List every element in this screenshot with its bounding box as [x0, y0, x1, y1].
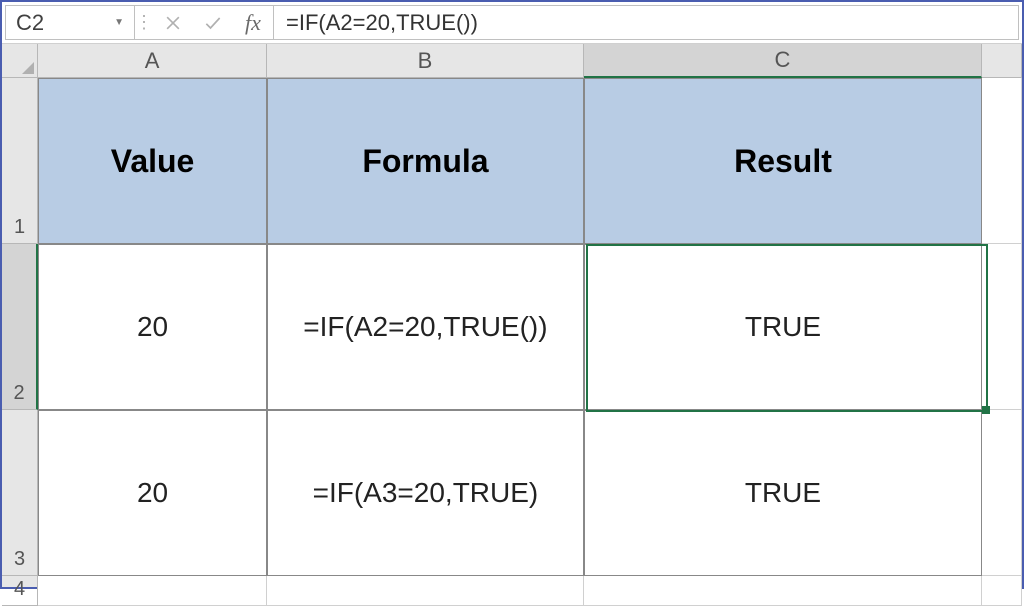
cell-D4[interactable] [982, 576, 1022, 606]
cell-A4[interactable] [38, 576, 267, 606]
cell-C3[interactable]: TRUE [584, 410, 982, 576]
cell-C2[interactable]: TRUE [584, 244, 982, 410]
table-row: 20 =IF(A2=20,TRUE()) TRUE [38, 244, 1022, 410]
cancel-icon[interactable] [153, 5, 193, 40]
cell-D2[interactable] [982, 244, 1022, 410]
row-headers: 1 2 3 4 [2, 78, 38, 587]
cell-C1[interactable]: Result [584, 78, 982, 244]
name-box[interactable]: C2 ▼ [5, 5, 135, 40]
select-all-corner[interactable] [2, 44, 38, 78]
cell-D1[interactable] [982, 78, 1022, 244]
fx-icon[interactable]: fx [233, 5, 273, 40]
cell-B1[interactable]: Formula [267, 78, 584, 244]
cell-B2[interactable]: =IF(A2=20,TRUE()) [267, 244, 584, 410]
cell-A2[interactable]: 20 [38, 244, 267, 410]
chevron-down-icon[interactable]: ▼ [114, 17, 124, 28]
table-row: Value Formula Result [38, 78, 1022, 244]
cell-A1[interactable]: Value [38, 78, 267, 244]
cell-C4[interactable] [584, 576, 982, 606]
column-header-A[interactable]: A [38, 44, 267, 78]
table-row: 20 =IF(A3=20,TRUE) TRUE [38, 410, 1022, 576]
spreadsheet-grid: A B C 1 2 3 4 Value Formula Result 20 =I… [2, 44, 1022, 587]
formula-input[interactable]: =IF(A2=20,TRUE()) [273, 5, 1019, 40]
column-header-extra[interactable] [982, 44, 1022, 78]
row-header-1[interactable]: 1 [2, 78, 38, 244]
cell-B4[interactable] [267, 576, 584, 606]
row-header-3[interactable]: 3 [2, 410, 38, 576]
row-header-4[interactable]: 4 [2, 576, 38, 606]
enter-icon[interactable] [193, 5, 233, 40]
formula-bar: C2 ▼ ⋮ fx =IF(A2=20,TRUE()) [2, 2, 1022, 44]
formula-input-value: =IF(A2=20,TRUE()) [286, 10, 478, 36]
cells-area: Value Formula Result 20 =IF(A2=20,TRUE()… [38, 78, 1022, 587]
column-headers: A B C [38, 44, 1022, 78]
name-box-value: C2 [16, 10, 44, 36]
formula-bar-divider: ⋮ [135, 5, 153, 40]
cell-D3[interactable] [982, 410, 1022, 576]
column-header-C[interactable]: C [584, 44, 982, 78]
cell-B3[interactable]: =IF(A3=20,TRUE) [267, 410, 584, 576]
table-row [38, 576, 1022, 606]
cell-A3[interactable]: 20 [38, 410, 267, 576]
column-header-B[interactable]: B [267, 44, 584, 78]
row-header-2[interactable]: 2 [2, 244, 38, 410]
